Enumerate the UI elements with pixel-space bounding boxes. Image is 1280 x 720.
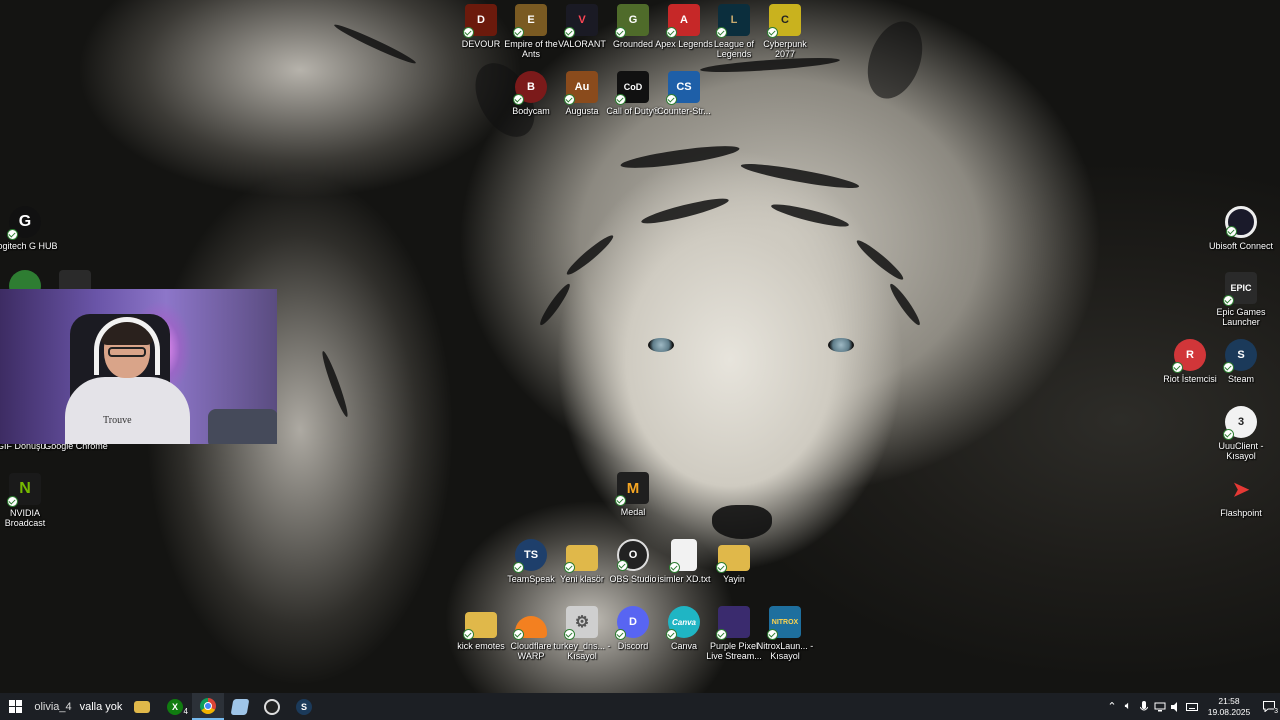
logitech-g-hub-shortcut[interactable]: G Logitech G HUB <box>0 206 58 251</box>
steam-icon: S <box>296 698 312 715</box>
text-file-icon <box>669 539 697 573</box>
taskbar-xbox[interactable]: X 4 <box>158 693 192 720</box>
desktop-icon-label: Cyberpunk 2077 <box>763 39 807 59</box>
folder-icon <box>463 612 497 640</box>
desktop-icon-label: Steam <box>1227 374 1254 384</box>
xbox-badge: 4 <box>183 707 188 716</box>
taskbar-steam[interactable]: S <box>288 693 320 720</box>
desktop-icon-label: Ubisoft Connect <box>1208 241 1274 251</box>
desktop-icon-label: Counter-Str... <box>657 106 711 116</box>
ubisoft-connect-shortcut[interactable]: Ubisoft Connect <box>1208 206 1274 251</box>
shirt-text: Trouve <box>103 415 132 426</box>
flashpoint-shortcut[interactable]: ➤ Flashpoint <box>1208 473 1274 519</box>
system-tray: ⌃ 🔈︎ 21:58 19.08.2025 3 <box>1104 693 1280 720</box>
flashpoint-icon: ➤ <box>1232 478 1250 501</box>
grounded-icon: G <box>615 4 649 38</box>
notification-count: 3 <box>1274 708 1278 715</box>
cyberpunk-2077-shortcut[interactable]: C Cyberpunk 2077 <box>752 4 818 59</box>
desktop-icon-label: NVIDIA Broadcast <box>4 508 46 528</box>
start-button[interactable] <box>0 693 30 720</box>
uuuclient-shortcut[interactable]: 3 UuuClient - Kısayol <box>1208 406 1274 461</box>
headset <box>94 317 160 375</box>
valorant-icon: V <box>564 4 598 38</box>
taskbar-obs-studio[interactable] <box>256 693 288 720</box>
discord-icon: D <box>615 606 649 640</box>
nvidia-broadcast-icon: N <box>7 473 41 507</box>
call-of-duty-icon: CoD <box>615 71 649 105</box>
medal-shortcut[interactable]: M Medal <box>600 472 666 517</box>
nitrox-launcher-shortcut[interactable]: NITROX NitroxLaun... - Kısayol <box>752 606 818 661</box>
chevron-up-icon[interactable]: ⌃ <box>1104 693 1120 720</box>
empire-of-the-ants-icon: E <box>513 4 547 38</box>
notepad-icon <box>230 698 250 715</box>
chrome-icon <box>200 697 216 714</box>
counter-strike-icon: CS <box>666 71 700 105</box>
teamspeak-icon: TS <box>513 539 547 573</box>
apex-legends-icon: A <box>666 4 700 38</box>
cyberpunk-2077-icon: C <box>767 4 801 38</box>
epic-games-launcher-shortcut[interactable]: EPIC Epic Games Launcher <box>1208 272 1274 327</box>
desktop-icon-label: Logitech G HUB <box>0 241 58 251</box>
augusta-icon: Au <box>564 71 598 105</box>
taskbar-valla-yok-item[interactable]: valla yok <box>76 693 126 720</box>
taskbar-clock[interactable]: 21:58 19.08.2025 <box>1206 696 1252 718</box>
notification-center-button[interactable]: 3 <box>1258 693 1280 720</box>
desktop-icon-label: Yayin <box>723 574 745 584</box>
obs-icon <box>264 698 280 715</box>
speaker-icon[interactable] <box>1168 693 1184 720</box>
steam-icon: S <box>1223 339 1257 373</box>
taskbar-olivia-item[interactable]: olivia_4 <box>30 693 76 720</box>
desktop-icon-label: Medal <box>620 507 646 517</box>
clock-date: 19.08.2025 <box>1207 706 1251 717</box>
desktop-icon-label: Flashpoint <box>1220 508 1262 518</box>
nvidia-broadcast-shortcut[interactable]: N NVIDIA Broadcast <box>0 473 58 528</box>
logitech-g-hub-icon: G <box>7 206 41 240</box>
epic-games-icon: EPIC <box>1223 272 1257 306</box>
medal-icon: M <box>615 472 649 506</box>
riot-icon: R <box>1172 339 1206 373</box>
xbox-icon: X <box>167 698 183 715</box>
glasses <box>108 347 146 357</box>
taskbar-item-label: olivia_4 <box>34 700 72 713</box>
league-of-legends-icon: L <box>716 4 750 38</box>
bodycam-icon: B <box>513 71 547 105</box>
network-icon[interactable] <box>1152 693 1168 720</box>
background-desk <box>208 409 277 444</box>
folder-icon <box>716 545 750 573</box>
counter-strike-shortcut[interactable]: CS Counter-Str... <box>651 71 717 116</box>
folder-icon <box>134 700 150 713</box>
keyboard-icon[interactable] <box>1184 693 1200 720</box>
taskbar: olivia_4 valla yok X 4 S ⌃ 🔈︎ 21:58 19.0… <box>0 693 1280 720</box>
purple-pixel-icon <box>716 606 750 640</box>
taskbar-file-explorer[interactable] <box>126 693 158 720</box>
desktop-icon-label: NitroxLaun... - Kısayol <box>756 641 814 661</box>
desktop-icon-label: UuuClient - Kısayol <box>1218 441 1264 461</box>
steam-shortcut[interactable]: S Steam <box>1208 339 1274 384</box>
taskbar-notes-app[interactable] <box>224 693 256 720</box>
yayin-folder-shortcut[interactable]: Yayin <box>701 539 767 584</box>
webcam-overlay: Trouve <box>0 289 277 444</box>
volume-icon[interactable]: 🔈︎ <box>1120 693 1136 720</box>
windows-icon <box>8 700 22 713</box>
canva-icon: Canva <box>666 606 700 640</box>
taskbar-google-chrome[interactable] <box>192 693 224 720</box>
folder-icon <box>564 545 598 573</box>
obs-studio-icon: O <box>617 539 649 571</box>
uuuclient-icon: 3 <box>1223 406 1257 440</box>
ubisoft-connect-icon <box>1225 206 1257 238</box>
nitrox-icon: NITROX <box>767 606 801 640</box>
clock-time: 21:58 <box>1218 695 1240 706</box>
streamer-shirt <box>65 377 190 444</box>
cloudflare-icon <box>513 616 547 640</box>
microphone-icon[interactable] <box>1136 693 1152 720</box>
devour-icon: D <box>463 4 497 38</box>
taskbar-item-label: valla yok <box>79 700 123 713</box>
desktop-icon-label: Epic Games Launcher <box>1216 307 1266 327</box>
gear-icon: ⚙ <box>564 606 598 640</box>
